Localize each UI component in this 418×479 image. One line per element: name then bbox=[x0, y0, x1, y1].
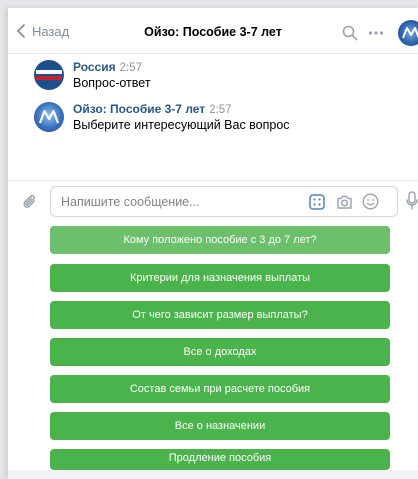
community-logo-icon bbox=[402, 27, 418, 39]
community-logo-icon bbox=[38, 109, 60, 124]
microphone-icon[interactable] bbox=[406, 191, 418, 211]
keyboard-button[interactable]: Продление пособия bbox=[50, 449, 390, 470]
community-avatar[interactable] bbox=[398, 20, 418, 46]
message-item: Россия 2:57 Вопрос-ответ bbox=[34, 60, 394, 100]
keyboard-button[interactable]: От чего зависит размер выплаты? bbox=[50, 301, 390, 329]
message-text: Вопрос-ответ bbox=[73, 76, 151, 90]
chat-window: Назад Ойзо: Пособие 3-7 лет Россия 2:57 В… bbox=[8, 8, 418, 479]
composer-divider bbox=[8, 180, 418, 181]
message-item: Ойзо: Пособие 3-7 лет 2:57 Выберите интер… bbox=[34, 102, 394, 142]
camera-icon[interactable] bbox=[336, 194, 353, 210]
message-author[interactable]: Россия bbox=[73, 60, 116, 74]
message-text: Выберите интересующий Вас вопрос bbox=[73, 118, 290, 132]
emoji-icon[interactable] bbox=[362, 193, 379, 210]
more-icon[interactable] bbox=[368, 27, 384, 39]
keyboard-button[interactable]: Все о доходах bbox=[50, 338, 390, 366]
message-input[interactable] bbox=[61, 187, 301, 216]
chat-header: Назад Ойзо: Пособие 3-7 лет bbox=[8, 8, 418, 54]
bottom-strip bbox=[8, 470, 418, 479]
avatar[interactable] bbox=[34, 102, 64, 132]
keyboard-button[interactable]: Состав семьи при расчете пособия bbox=[50, 375, 390, 403]
message-author[interactable]: Ойзо: Пособие 3-7 лет bbox=[73, 102, 205, 116]
attach-icon[interactable] bbox=[22, 193, 38, 211]
search-icon[interactable] bbox=[342, 25, 358, 41]
avatar[interactable] bbox=[34, 60, 64, 90]
keyboard-button[interactable]: Критерии для назначения выплаты bbox=[50, 264, 390, 292]
keyboard-button[interactable]: Все о назначении bbox=[50, 412, 390, 440]
message-time: 2:57 bbox=[209, 104, 232, 116]
bot-keyboard-icon[interactable] bbox=[309, 194, 325, 210]
message-input-box bbox=[50, 186, 398, 217]
keyboard-button[interactable]: Кому положено пособие с 3 до 7 лет? bbox=[50, 226, 390, 254]
message-time: 2:57 bbox=[119, 62, 142, 74]
